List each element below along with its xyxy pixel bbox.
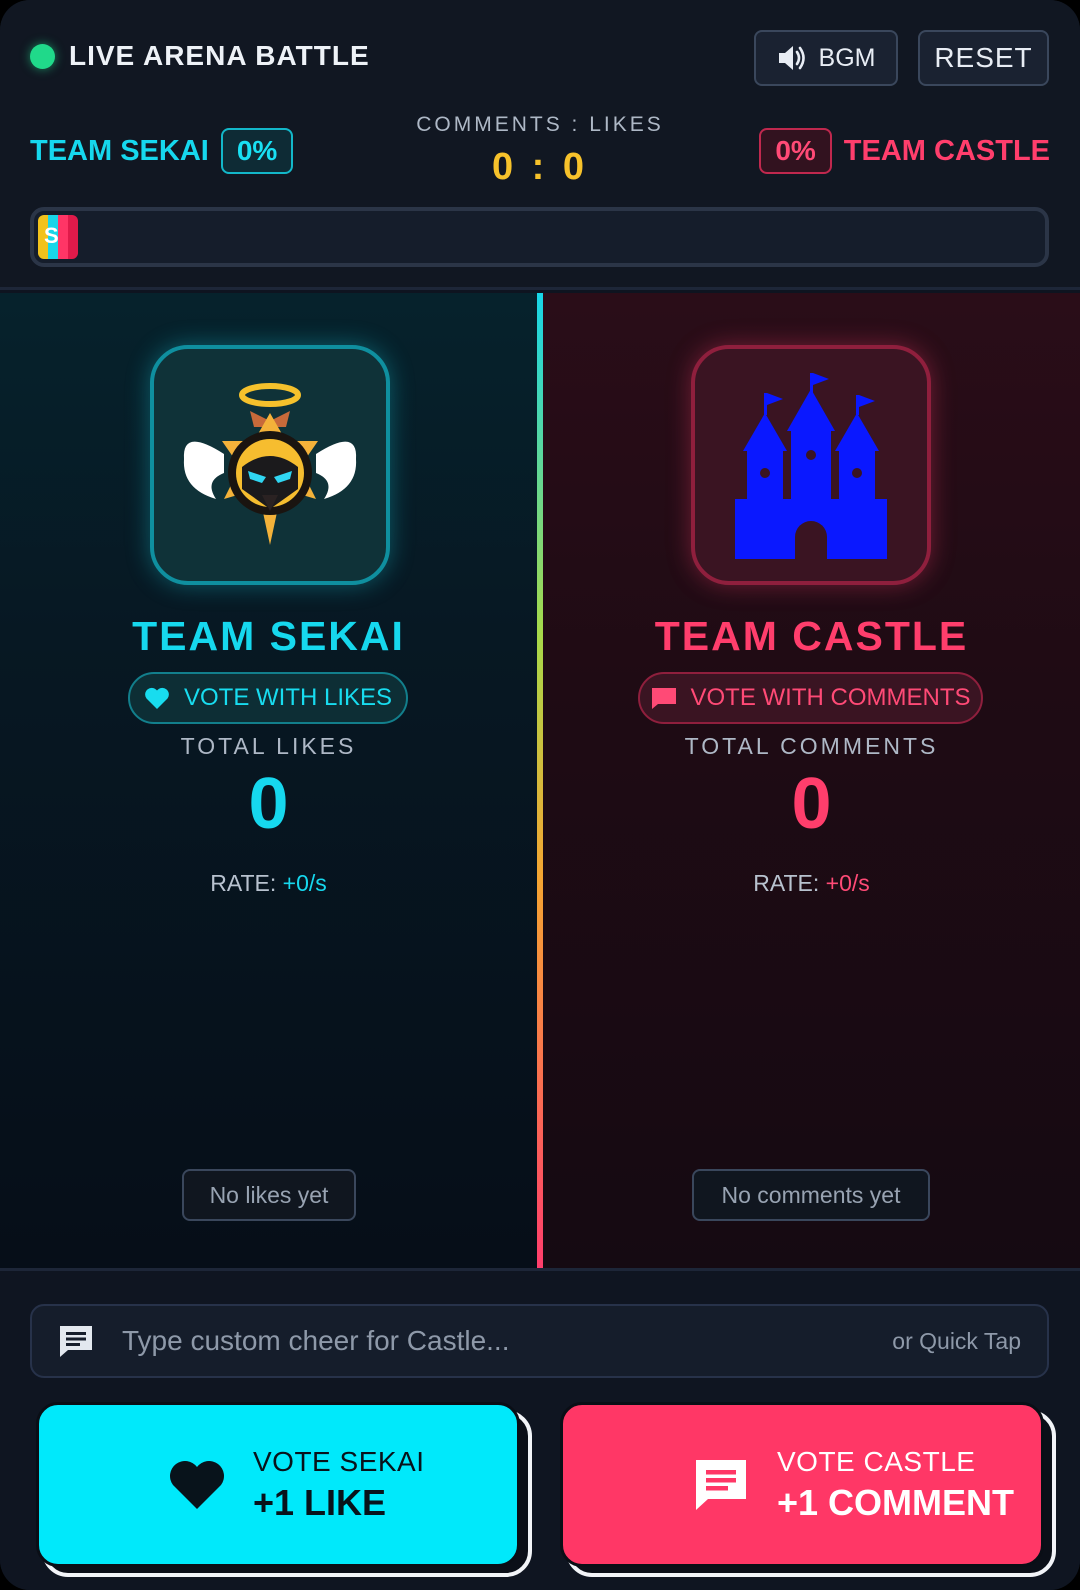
castle-icon <box>735 373 887 559</box>
live-dot-icon <box>30 43 55 69</box>
sekai-team-title: TEAM SEKAI <box>132 613 405 659</box>
castle-total-label: TOTAL COMMENTS <box>684 733 939 759</box>
cheer-input-bar: or Quick Tap <box>30 1304 1049 1378</box>
sekai-emblem-icon <box>183 383 357 545</box>
castle-empty-state: No comments yet <box>692 1169 930 1221</box>
chat-icon <box>60 1326 92 1357</box>
vote-castle-button[interactable]: VOTE CASTLE +1 COMMENT <box>560 1402 1056 1577</box>
castle-rate-label: RATE: <box>753 870 820 896</box>
vote-sekai-button[interactable]: VOTE SEKAI +1 LIKE <box>36 1402 532 1577</box>
vote-sekai-face[interactable]: VOTE SEKAI +1 LIKE <box>36 1402 520 1567</box>
cheer-input[interactable] <box>122 1325 893 1357</box>
sekai-vote-mode-badge: VOTE WITH LIKES <box>128 672 408 724</box>
tug-progress-bar: S <box>30 207 1049 267</box>
right-team-header: 0% TEAM CASTLE <box>759 128 1050 174</box>
action-area: or Quick Tap VOTE SEKAI +1 LIKE <box>0 1268 1080 1590</box>
sekai-rate: RATE: +0/s <box>0 870 537 897</box>
bgm-label: BGM <box>818 43 876 72</box>
right-team-name: TEAM CASTLE <box>843 134 1050 167</box>
bgm-button[interactable]: BGM <box>754 30 898 86</box>
comment-icon <box>651 688 676 709</box>
heart-icon <box>170 1460 224 1509</box>
vote-castle-face[interactable]: VOTE CASTLE +1 COMMENT <box>560 1402 1044 1567</box>
castle-rate: RATE: +0/s <box>543 870 1080 897</box>
castle-team-title: TEAM CASTLE <box>654 613 969 659</box>
castle-vote-mode-label: VOTE WITH COMMENTS <box>690 684 971 711</box>
vote-sekai-action: +1 LIKE <box>253 1481 387 1523</box>
vote-sekai-text: VOTE SEKAI +1 LIKE <box>253 1446 425 1524</box>
arena-app: LIVE ARENA BATTLE BGM RESET TEAM SEKAI 0… <box>0 0 1080 1590</box>
progress-fill: S <box>38 215 78 259</box>
speaker-icon <box>778 46 805 70</box>
live-indicator: LIVE ARENA BATTLE <box>30 40 370 72</box>
vote-castle-action: +1 COMMENT <box>777 1481 1015 1523</box>
castle-vote-mode-badge: VOTE WITH COMMENTS <box>638 672 983 724</box>
right-team-percent: 0% <box>759 128 832 174</box>
sekai-panel: TEAM SEKAI VOTE WITH LIKES TOTAL LIKES 0… <box>0 293 537 1268</box>
sekai-total-count: 0 <box>248 764 289 844</box>
castle-panel: TEAM CASTLE VOTE WITH COMMENTS TOTAL COM… <box>543 293 1080 1268</box>
vote-sekai-label: VOTE SEKAI <box>253 1445 425 1477</box>
sekai-rate-value: +0/s <box>282 870 327 896</box>
sekai-rate-label: RATE: <box>210 870 277 896</box>
live-title: LIVE ARENA BATTLE <box>69 40 370 71</box>
sekai-empty-state: No likes yet <box>182 1169 356 1221</box>
reset-button[interactable]: RESET <box>918 30 1049 86</box>
sekai-total-label: TOTAL LIKES <box>180 733 357 759</box>
heart-icon <box>145 687 169 709</box>
sekai-vote-mode-label: VOTE WITH LIKES <box>183 684 393 711</box>
castle-total-count: 0 <box>791 764 832 844</box>
vote-castle-label: VOTE CASTLE <box>777 1445 976 1477</box>
comment-icon <box>696 1459 746 1510</box>
vote-castle-text: VOTE CASTLE +1 COMMENT <box>777 1446 1014 1524</box>
castle-avatar <box>691 345 931 585</box>
sekai-avatar <box>150 345 390 585</box>
header: LIVE ARENA BATTLE BGM RESET TEAM SEKAI 0… <box>0 0 1080 290</box>
quick-tap-hint: or Quick Tap <box>892 1327 1021 1354</box>
progress-marker: S <box>44 223 59 248</box>
castle-rate-value: +0/s <box>825 870 870 896</box>
